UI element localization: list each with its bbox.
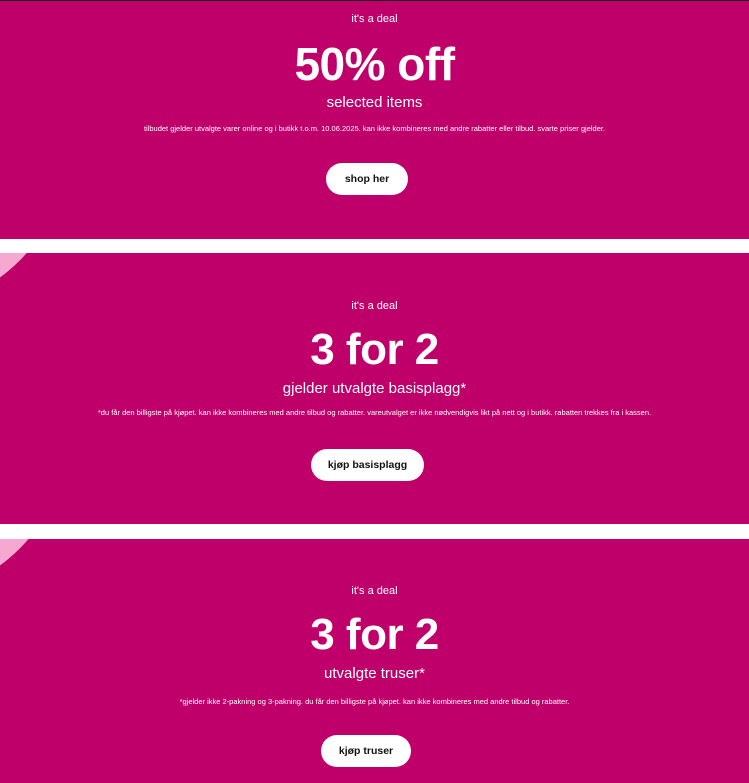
deal-banner-3-for-2-basisplagg: it's a deal 3 for 2 gjelder utvalgte bas… [0, 253, 749, 524]
deal-eyebrow: it's a deal [351, 300, 398, 312]
kjop-basisplagg-button[interactable]: kjøp basisplagg [311, 449, 424, 481]
kjop-truser-button[interactable]: kjøp truser [321, 735, 411, 767]
deal-headline: 3 for 2 [310, 610, 439, 659]
deal-fine-print: tilbudet gjelder utvalgte varer online o… [143, 124, 606, 133]
deal-headline: 3 for 2 [310, 325, 439, 374]
deal-eyebrow: it's a deal [351, 585, 398, 597]
deal-subline: gjelder utvalgte basisplagg* [282, 380, 467, 397]
deal-banner-3-for-2-truser: it's a deal 3 for 2 utvalgte truser* *gj… [0, 539, 749, 783]
deal-headline: 50% off [294, 38, 455, 90]
decorative-blob [0, 253, 75, 303]
deal-subline: selected items [326, 94, 423, 111]
deals-page: it's a deal 50% off selected items tilbu… [0, 0, 749, 783]
deal-fine-print: *gjelder ikke 2-pakning og 3-pakning. du… [179, 697, 570, 706]
deal-fine-print: *du får den billigste på kjøpet. kan ikk… [97, 408, 652, 417]
deal-eyebrow: it's a deal [351, 13, 398, 25]
deal-subline: utvalgte truser* [324, 665, 425, 682]
shop-her-button[interactable]: shop her [326, 163, 408, 195]
deal-banner-50-off: it's a deal 50% off selected items tilbu… [0, 1, 749, 239]
